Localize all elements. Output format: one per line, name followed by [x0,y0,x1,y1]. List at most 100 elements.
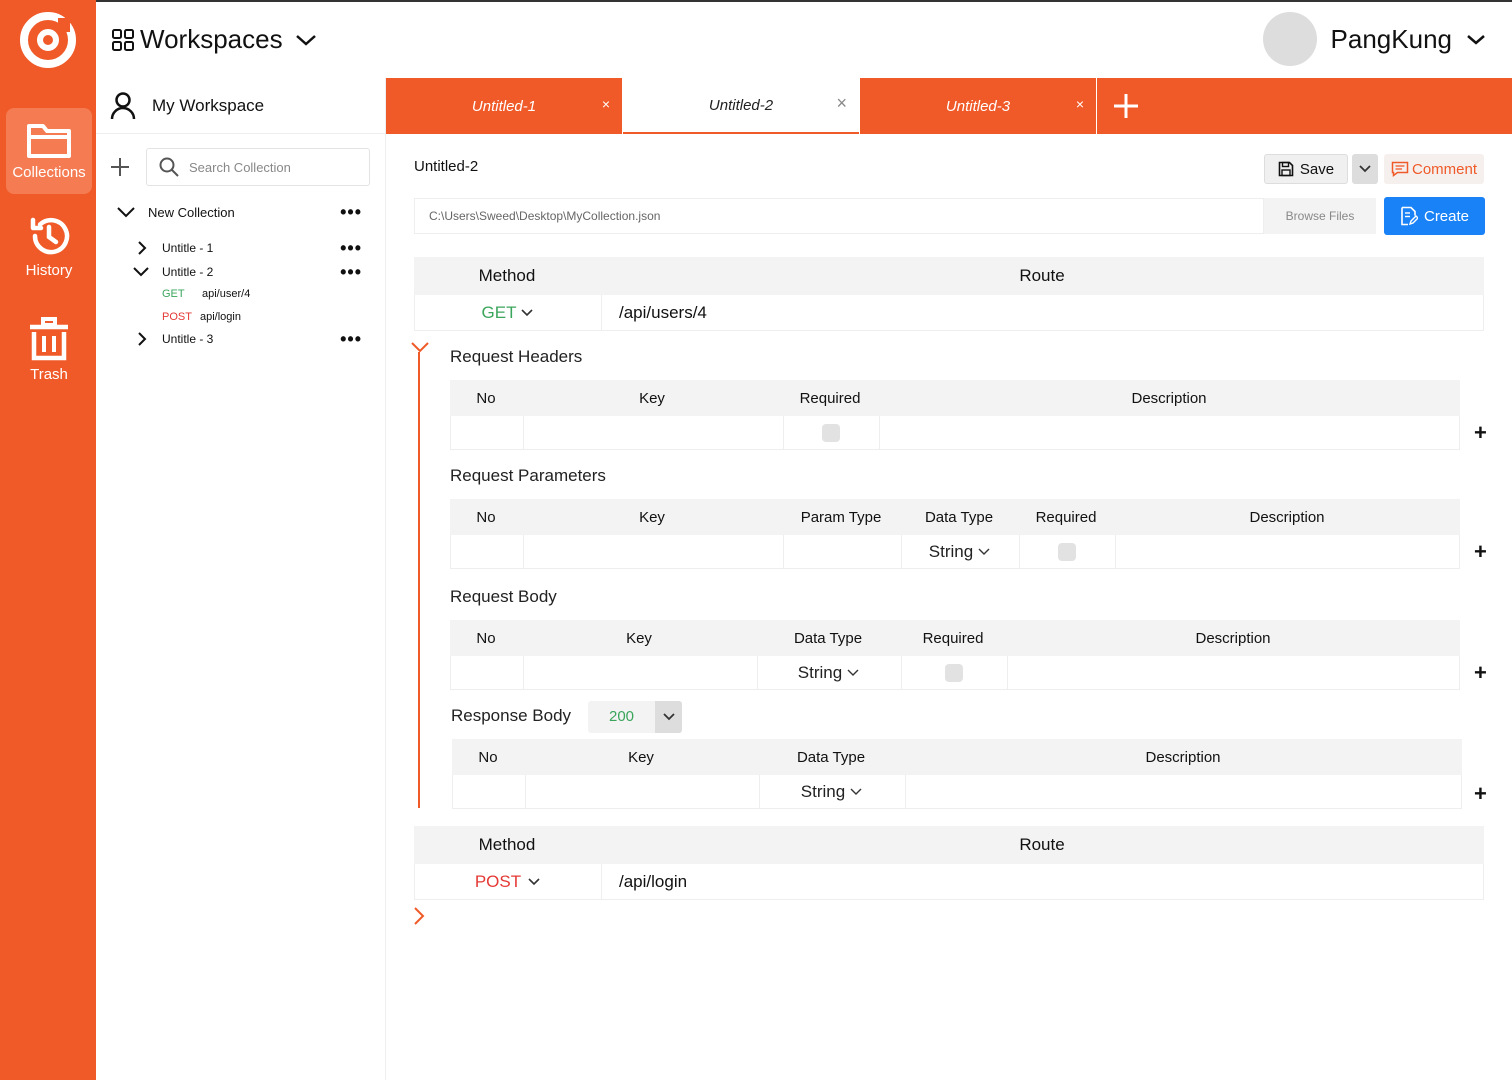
more-icon[interactable]: ••• [340,202,362,223]
method-value: GET [481,302,517,322]
key-input[interactable] [523,656,757,689]
tree-item-label: Untitle - 1 [162,241,214,255]
endpoint-row: GET /api/users/4 [414,295,1484,331]
param-type-input[interactable] [783,535,901,568]
response-body-head: No Key Data Type Description [452,739,1462,775]
add-row-button[interactable]: + [1474,781,1487,807]
tab-untitled-2[interactable]: Untitled-2 × [623,78,859,134]
column-header: Data Type [796,748,866,766]
search-row: Search Collection [110,148,370,186]
tree-request-post[interactable]: POST api/login [162,309,241,325]
workspace-header[interactable]: My Workspace [96,78,386,134]
description-input[interactable] [879,416,1461,449]
column-header: No [476,629,496,647]
trash-icon [30,317,68,361]
add-collection-icon[interactable] [110,157,130,177]
required-checkbox[interactable] [1058,542,1076,561]
add-tab-icon[interactable] [1112,92,1140,120]
close-icon[interactable]: × [836,93,847,114]
search-input[interactable]: Search Collection [146,148,370,186]
user-name: PangKung [1330,23,1452,54]
user-menu[interactable]: PangKung [1262,12,1486,66]
column-header: Required [1035,508,1097,526]
save-button[interactable]: Save [1264,154,1348,184]
column-header: Data Type [924,508,994,526]
request-headers-head: No Key Required Description [450,380,1460,416]
description-input[interactable] [1007,656,1461,689]
response-body-title: Response Body [451,706,572,725]
history-icon [30,217,70,255]
method-value: POST [474,871,522,891]
tree-item-untitle-2[interactable]: Untitle - 2 ••• [132,262,386,283]
chevron-down-icon [662,713,675,721]
data-type-select[interactable]: String [901,535,1019,568]
collection-row[interactable]: New Collection ••• [116,202,386,222]
browse-files-button[interactable]: Browse Files [1264,198,1376,234]
more-icon[interactable]: ••• [340,329,362,350]
user-icon [110,91,136,119]
save-options-button[interactable] [1352,154,1378,184]
add-row-button[interactable]: + [1474,420,1487,446]
route-header: Route [1019,266,1065,285]
rail-item-trash[interactable]: Trash [6,304,92,390]
key-input[interactable] [525,775,759,808]
request-body-head: No Key Data Type Required Description [450,620,1460,656]
app-logo[interactable] [18,10,78,70]
description-input[interactable] [905,775,1463,808]
column-header: No [476,389,496,407]
expand-endpoint-icon[interactable] [412,906,426,926]
column-header: Required [799,389,861,407]
request-headers-title: Request Headers [450,347,583,366]
comment-button[interactable]: Comment [1384,154,1484,184]
description-input[interactable] [1115,535,1461,568]
file-path-field[interactable]: C:\Users\Sweed\Desktop\MyCollection.json [414,198,1264,234]
tree-item-untitle-1[interactable]: Untitle - 1 ••• [136,238,386,259]
status-code-select[interactable]: 200 [588,701,682,733]
section-accent-line [418,352,420,808]
chevron-down-icon [133,267,149,277]
close-icon[interactable]: × [602,96,610,112]
chevron-right-icon [138,241,147,255]
search-placeholder: Search Collection [189,159,291,175]
tab-untitled-3[interactable]: Untitled-3 × [860,78,1096,134]
file-path-value: C:\Users\Sweed\Desktop\MyCollection.json [429,209,661,223]
method-select[interactable]: POST [415,864,601,899]
tab-untitled-1[interactable]: Untitled-1 × [386,78,622,134]
tab-label: Untitled-1 [471,97,537,115]
column-header: Key [626,629,652,647]
route-input[interactable]: /api/users/4 [619,295,707,330]
rail-item-collections[interactable]: Collections [6,108,92,194]
key-input[interactable] [523,535,783,568]
create-label: Create [1423,207,1470,225]
data-type-select[interactable]: String [759,775,905,808]
required-checkbox[interactable] [945,663,963,682]
required-checkbox[interactable] [822,423,840,442]
rail-item-history[interactable]: History [6,206,92,292]
route-value: /api/login [619,871,688,891]
add-row-button[interactable]: + [1474,660,1487,686]
data-type-select[interactable]: String [757,656,901,689]
collapse-endpoint-icon[interactable] [410,340,430,354]
close-icon[interactable]: × [1076,96,1084,112]
data-type-value: String [800,781,846,801]
column-header: Key [639,389,665,407]
chevron-down-icon [850,788,862,795]
column-header: Description [1145,748,1221,766]
more-icon[interactable]: ••• [340,262,362,283]
key-input[interactable] [523,416,783,449]
more-icon[interactable]: ••• [340,238,362,259]
method-header: Method [478,266,536,285]
rail-label-trash: Trash [30,366,68,383]
create-button[interactable]: Create [1384,197,1485,235]
folder-icon [27,124,71,158]
add-row-button[interactable]: + [1474,539,1487,565]
chevron-down-icon [847,669,859,676]
column-header: Param Type [800,508,882,526]
tree-request-get[interactable]: GET api/user/4 [162,286,250,302]
tree-item-untitle-3[interactable]: Untitle - 3 ••• [136,329,386,350]
column-header: Required [922,629,984,647]
method-select[interactable]: GET [415,295,601,330]
endpoint-row: POST /api/login [414,864,1484,900]
workspaces-menu[interactable]: Workspaces [112,24,317,55]
route-input[interactable]: /api/login [619,864,687,899]
